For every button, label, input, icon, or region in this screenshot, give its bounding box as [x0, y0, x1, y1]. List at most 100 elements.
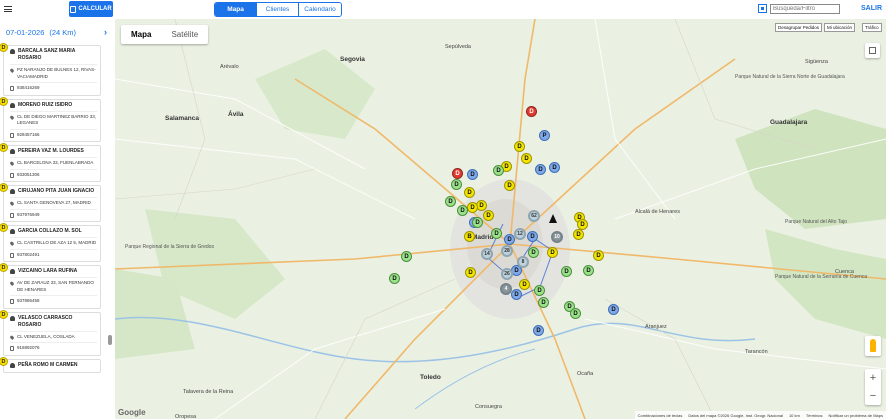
order-marker[interactable]: D: [465, 267, 476, 278]
logout-link[interactable]: SALIR: [861, 5, 882, 12]
terms-link[interactable]: Términos: [806, 413, 823, 418]
order-marker[interactable]: P: [539, 130, 550, 141]
street-view-pegman-icon[interactable]: [865, 336, 881, 356]
order-marker[interactable]: D: [452, 168, 463, 179]
priority-badge: D: [0, 183, 8, 192]
traffic-button[interactable]: Tráfico: [862, 23, 882, 32]
order-marker[interactable]: D: [561, 266, 572, 277]
order-marker[interactable]: D: [521, 153, 532, 164]
order-marker[interactable]: D: [445, 196, 456, 207]
order-marker[interactable]: D: [573, 229, 584, 240]
order-marker[interactable]: D: [549, 162, 560, 173]
order-marker[interactable]: D: [511, 289, 522, 300]
map-type-satellite[interactable]: Satélite: [161, 25, 208, 44]
client-phone[interactable]: 937886458: [17, 298, 40, 305]
order-marker[interactable]: D: [528, 247, 539, 258]
map-place-label: Parque Natural del Alto Tajo: [785, 219, 847, 225]
order-marker[interactable]: D: [527, 231, 538, 242]
tab-calendar[interactable]: Calendario: [299, 3, 341, 16]
ungroup-orders-button[interactable]: Desagrupar Pedidos: [775, 23, 823, 32]
order-marker[interactable]: B: [464, 231, 475, 242]
order-marker[interactable]: D: [514, 141, 525, 152]
map-place-label: Guadalajara: [770, 119, 808, 126]
sidebar-scrollbar[interactable]: [108, 335, 112, 345]
order-marker[interactable]: D: [467, 202, 478, 213]
zoom-out-button[interactable]: −: [865, 387, 881, 405]
client-phone[interactable]: 928457166: [17, 132, 40, 139]
map-place-label: Tarancón: [745, 349, 768, 355]
order-marker[interactable]: D: [504, 180, 515, 191]
client-card[interactable]: D CIRUJANO PITA JUAN IGNACIO CL SANTA GENO…: [0, 183, 101, 222]
marker-cluster[interactable]: 14: [481, 248, 493, 260]
menu-icon[interactable]: [4, 6, 12, 12]
marker-cluster[interactable]: 26: [501, 268, 513, 280]
fullscreen-button[interactable]: [865, 43, 880, 58]
marker-cluster[interactable]: 62: [528, 210, 540, 222]
chevron-right-icon[interactable]: ›: [104, 27, 107, 37]
marker-cluster[interactable]: 10: [551, 231, 563, 243]
client-phone[interactable]: 937976949: [17, 212, 40, 219]
zoom-control: + −: [865, 369, 881, 405]
calculate-button[interactable]: CALCULAR: [69, 1, 113, 17]
client-name: MORENO RUIZ ISIDRO: [18, 101, 73, 108]
order-marker[interactable]: D: [451, 179, 462, 190]
order-marker[interactable]: D: [457, 205, 468, 216]
report-problem-link[interactable]: Notificar un problema de Maps: [829, 413, 883, 418]
client-phone[interactable]: 916892076: [17, 345, 40, 352]
phone-icon: [10, 172, 14, 178]
marker-cluster[interactable]: 12: [514, 228, 526, 240]
person-icon: [10, 149, 15, 154]
order-marker[interactable]: D: [570, 308, 581, 319]
order-marker[interactable]: D: [483, 210, 494, 221]
map-place-label: Segovia: [340, 56, 365, 63]
search-input[interactable]: [770, 4, 840, 14]
order-marker[interactable]: D: [519, 279, 530, 290]
qr-icon[interactable]: [758, 4, 767, 13]
client-card[interactable]: D VELASCO CARRASCO ROSARIO CL VENEZUELA, C…: [0, 309, 101, 356]
order-marker[interactable]: D: [608, 304, 619, 315]
order-marker[interactable]: D: [534, 285, 545, 296]
phone-icon: [10, 252, 14, 258]
top-bar: CALCULAR Mapa Clientes Calendario SALIR: [0, 0, 886, 19]
marker-cluster[interactable]: 8: [517, 256, 529, 268]
order-marker[interactable]: D: [526, 106, 537, 117]
client-card[interactable]: D MORENO RUIZ ISIDRO CL DE DIEGO MARTINEZ …: [0, 96, 101, 142]
order-marker[interactable]: D: [467, 169, 478, 180]
order-marker[interactable]: D: [538, 297, 549, 308]
client-card[interactable]: D PEÑA ROMO M CARMEN: [0, 356, 101, 373]
client-phone[interactable]: 933051306: [17, 172, 40, 179]
order-marker[interactable]: D: [535, 164, 546, 175]
keyboard-shortcuts-link[interactable]: Combinaciones de teclas: [638, 413, 683, 418]
client-card[interactable]: D GARCIA COLLAZO M. SOL CL CASTRILLO DE AZ…: [0, 223, 101, 262]
order-marker[interactable]: D: [491, 228, 502, 239]
zoom-in-button[interactable]: +: [865, 369, 881, 387]
tab-map[interactable]: Mapa: [215, 3, 257, 16]
order-marker[interactable]: D: [593, 250, 604, 261]
marker-cluster[interactable]: 28: [501, 245, 513, 257]
client-card[interactable]: D BARCALA SANZ MARIA ROSARIO PZ NARANJO DE…: [0, 43, 101, 96]
client-card[interactable]: D PEREIRA VAZ M. LOURDES CL BARCELONA 33, …: [0, 143, 101, 182]
priority-badge: D: [0, 356, 8, 366]
order-marker[interactable]: D: [533, 325, 544, 336]
view-tabs: Mapa Clientes Calendario: [214, 2, 342, 17]
client-phone[interactable]: 937802491: [17, 252, 40, 259]
marker-cluster[interactable]: 4: [500, 283, 512, 295]
order-marker[interactable]: D: [401, 251, 412, 262]
map-type-map[interactable]: Mapa: [121, 25, 161, 44]
location-pin-icon: [9, 67, 15, 74]
my-location-button[interactable]: Mi ubicación: [824, 23, 856, 32]
tab-clients[interactable]: Clientes: [257, 3, 299, 16]
route-date[interactable]: 07-01-2026: [6, 28, 44, 37]
order-marker[interactable]: D: [493, 165, 504, 176]
order-marker[interactable]: D: [464, 187, 475, 198]
person-icon: [10, 315, 15, 321]
google-logo: Google: [118, 408, 146, 417]
map-view[interactable]: Ávila Segovia Salamanca Madrid Guadalajara To…: [115, 19, 886, 419]
client-phone[interactable]: 938416269: [17, 85, 40, 92]
order-marker[interactable]: D: [472, 217, 483, 228]
person-icon: [10, 362, 15, 368]
client-card[interactable]: D VIZCAINO LARA RUFINA AV DE ZARAUZ 33, SA…: [0, 263, 101, 309]
order-marker[interactable]: D: [547, 247, 558, 258]
order-marker[interactable]: D: [389, 273, 400, 284]
order-marker[interactable]: D: [583, 265, 594, 276]
